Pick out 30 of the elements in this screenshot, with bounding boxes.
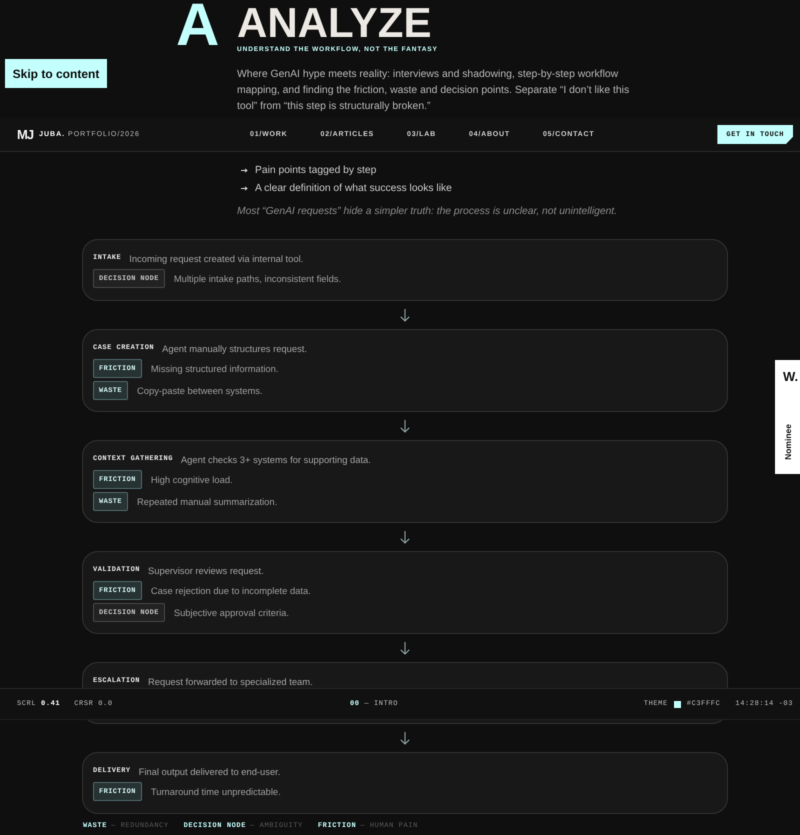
down-arrow-icon (400, 420, 410, 432)
tag-description: Turnaround time unpredictable. (150, 786, 281, 797)
down-arrow-icon (400, 308, 410, 322)
deliverable-text: Pain points tagged by step (255, 164, 376, 176)
section-letter: A (176, 0, 220, 55)
tag-description: High cognitive load. (150, 474, 233, 485)
stage-description: Agent checks 3+ systems for supporting data. (180, 454, 371, 464)
skip-link[interactable]: Skip to content (5, 59, 107, 88)
tag-description: Subjective approval criteria. (174, 607, 289, 618)
deliverable-text: A clear definition of what success looks like (255, 182, 452, 194)
right-arrow-icon (241, 168, 248, 172)
tag-description: Repeated manual summarization. (137, 496, 278, 507)
tag-description: Missing structured information. (150, 363, 278, 374)
logo[interactable]: MJ (17, 128, 34, 141)
tag-description: Multiple intake paths, inconsistent fields. (174, 273, 342, 284)
section-title: ANALYZE (237, 2, 432, 44)
stage-description: Final output delivered to end-user. (138, 766, 280, 776)
tag-description: Copy-paste between systems. (137, 385, 263, 396)
award-badge[interactable]: W. Nominee (775, 360, 800, 474)
stage-description: Request forwarded to specialized team. (148, 676, 313, 686)
down-arrow-icon (400, 530, 410, 544)
stage-description: Incoming request created via internal tool. (129, 252, 304, 264)
stage-description: Supervisor reviews request. (148, 564, 264, 576)
down-arrow-icon (400, 642, 410, 654)
tag-description: Case rejection due to incomplete data. (150, 585, 311, 596)
intro-paragraph: Where GenAI hype meets reality: interviews and shadowing, step-by-step workflow mapping, and finding the friction, waste and decision points. Separate “I don’t like this tool” from “this step is structurally broken.” (237, 68, 630, 114)
note-text: Most “GenAI requests” hide a simpler truth: the process is unclear, not unintelligent. (237, 205, 618, 219)
right-arrow-icon (241, 186, 248, 190)
down-arrow-icon (400, 732, 410, 744)
stage-description: Agent manually structures request. (162, 342, 307, 354)
